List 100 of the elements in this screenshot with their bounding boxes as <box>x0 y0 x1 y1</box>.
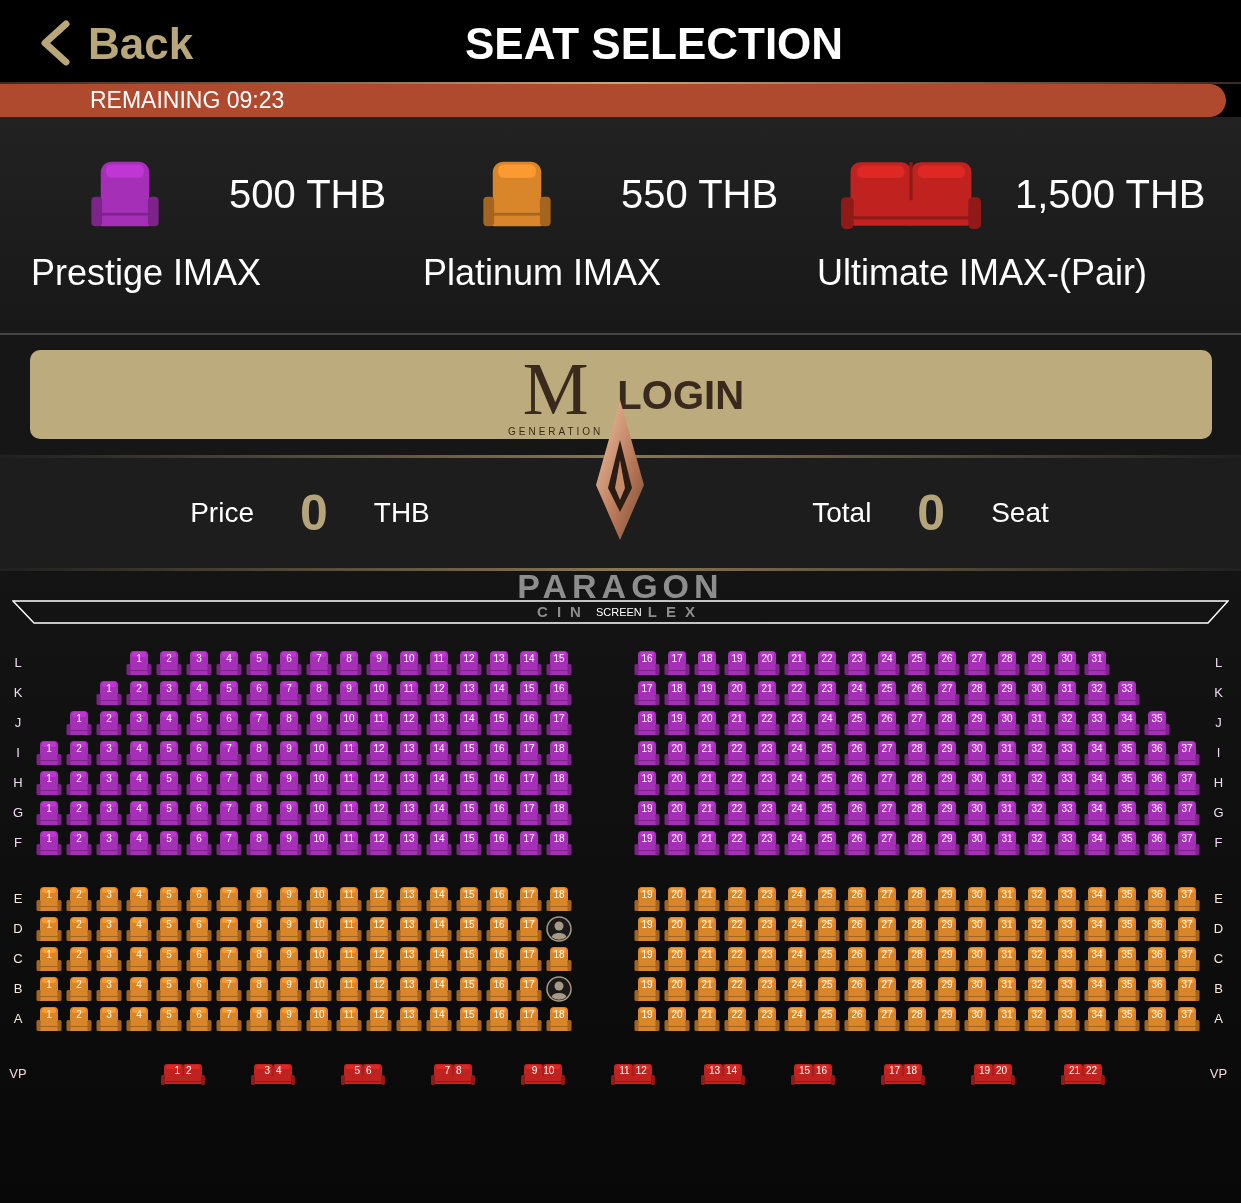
person-icon[interactable] <box>546 976 572 1002</box>
seat-button[interactable]: 12 <box>366 800 392 826</box>
seat-button[interactable]: 10 <box>306 830 332 856</box>
seat-button[interactable]: 9 <box>276 916 302 942</box>
seat-button[interactable]: 1 <box>66 710 92 736</box>
seat-button[interactable]: 17 <box>634 680 660 706</box>
seat-button[interactable]: 29 <box>994 680 1020 706</box>
seat-button[interactable]: 30 <box>964 770 990 796</box>
seat-button[interactable]: 24 <box>784 740 810 766</box>
seat-button[interactable]: 20 <box>664 976 690 1002</box>
seat-button[interactable]: 18 <box>546 770 572 796</box>
seat-button[interactable]: 9 <box>276 886 302 912</box>
seat-button[interactable]: 15 <box>456 1006 482 1032</box>
seat-button[interactable]: 26 <box>844 740 870 766</box>
seat-button[interactable]: 9 <box>276 800 302 826</box>
back-link[interactable]: Back <box>40 22 380 66</box>
seat-button[interactable]: 17 <box>546 710 572 736</box>
seat-button[interactable]: 14 <box>426 740 452 766</box>
seat-button[interactable]: 36 <box>1144 770 1170 796</box>
seat-button[interactable]: 10 <box>306 916 332 942</box>
seat-button[interactable]: 6 <box>216 710 242 736</box>
seat-button[interactable]: 13 <box>396 740 422 766</box>
seat-button[interactable]: 18 <box>546 886 572 912</box>
seat-button[interactable]: 33 <box>1054 800 1080 826</box>
seat-button[interactable]: 10 <box>336 710 362 736</box>
seat-button[interactable]: 7 <box>216 800 242 826</box>
seat-button[interactable]: 30 <box>964 830 990 856</box>
seat-button[interactable]: 20 <box>724 680 750 706</box>
seat-button[interactable]: 19 <box>634 916 660 942</box>
seat-button[interactable]: 33 <box>1054 740 1080 766</box>
seat-button[interactable]: 24 <box>784 916 810 942</box>
seat-button[interactable]: 23 <box>754 976 780 1002</box>
seat-button[interactable]: 3 <box>156 680 182 706</box>
seat-button[interactable]: 2 <box>66 740 92 766</box>
seat-button[interactable]: 16 <box>486 916 512 942</box>
seat-button[interactable]: 31 <box>994 916 1020 942</box>
seat-button[interactable]: 16 <box>486 886 512 912</box>
seat-button[interactable]: 11 <box>336 1006 362 1032</box>
seat-button[interactable]: 28 <box>904 946 930 972</box>
seat-button[interactable]: 31 <box>994 740 1020 766</box>
seat-button[interactable]: 20 <box>754 650 780 676</box>
seat-button[interactable]: 16 <box>486 770 512 796</box>
seat-button[interactable]: 21 <box>694 976 720 1002</box>
seat-button[interactable]: 23 <box>754 770 780 796</box>
seat-button[interactable]: 3 <box>96 770 122 796</box>
seat-button[interactable]: 32 <box>1024 886 1050 912</box>
seat-button[interactable]: 3 <box>96 800 122 826</box>
seat-button[interactable]: 31 <box>994 886 1020 912</box>
seat-button[interactable]: 4 <box>126 976 152 1002</box>
seat-button[interactable]: 13 <box>486 650 512 676</box>
seat-button[interactable]: 23 <box>754 1006 780 1032</box>
seat-button[interactable]: 15 <box>456 770 482 796</box>
seat-button[interactable]: 13 <box>456 680 482 706</box>
seat-button[interactable]: 20 <box>664 1006 690 1032</box>
seat-button[interactable]: 27 <box>874 886 900 912</box>
seat-button[interactable]: 29 <box>934 770 960 796</box>
seat-button[interactable]: 14 <box>426 916 452 942</box>
seat-button[interactable]: 5 <box>156 830 182 856</box>
seat-button[interactable]: 7 <box>216 830 242 856</box>
seat-button[interactable]: 36 <box>1144 976 1170 1002</box>
seat-button[interactable]: 4 <box>216 650 242 676</box>
seat-button[interactable]: 13 <box>396 1006 422 1032</box>
seat-button[interactable]: 20 <box>694 710 720 736</box>
seat-button[interactable]: 8 <box>276 710 302 736</box>
seat-button[interactable]: 6 <box>186 770 212 796</box>
seat-button[interactable]: 6 <box>186 886 212 912</box>
seat-button[interactable]: 5 <box>156 800 182 826</box>
seat-button[interactable]: 22 <box>724 740 750 766</box>
pair-seat-button[interactable]: 17 18 <box>881 1063 925 1085</box>
login-button[interactable]: M GENERATION LOGIN <box>30 350 1212 439</box>
seat-button[interactable]: 32 <box>1024 800 1050 826</box>
seat-button[interactable]: 22 <box>724 770 750 796</box>
seat-button[interactable]: 11 <box>336 916 362 942</box>
seat-button[interactable]: 28 <box>904 770 930 796</box>
seat-button[interactable]: 33 <box>1054 976 1080 1002</box>
seat-button[interactable]: 28 <box>904 740 930 766</box>
seat-button[interactable]: 2 <box>96 710 122 736</box>
seat-button[interactable]: 30 <box>964 1006 990 1032</box>
seat-button[interactable]: 14 <box>456 710 482 736</box>
seat-button[interactable]: 19 <box>634 740 660 766</box>
seat-button[interactable]: 17 <box>516 830 542 856</box>
seat-button[interactable]: 22 <box>724 800 750 826</box>
seat-button[interactable]: 21 <box>694 830 720 856</box>
seat-button[interactable]: 25 <box>814 740 840 766</box>
seat-button[interactable]: 19 <box>634 946 660 972</box>
seat-button[interactable]: 21 <box>694 946 720 972</box>
seat-button[interactable]: 23 <box>784 710 810 736</box>
seat-button[interactable]: 27 <box>874 976 900 1002</box>
seat-button[interactable]: 1 <box>36 830 62 856</box>
seat-button[interactable]: 24 <box>784 976 810 1002</box>
seat-button[interactable]: 32 <box>1024 916 1050 942</box>
seat-button[interactable]: 3 <box>96 976 122 1002</box>
seat-button[interactable]: 7 <box>276 680 302 706</box>
seat-button[interactable]: 11 <box>336 976 362 1002</box>
seat-button[interactable]: 2 <box>66 830 92 856</box>
seat-button[interactable]: 21 <box>694 916 720 942</box>
seat-button[interactable]: 17 <box>516 916 542 942</box>
seat-button[interactable]: 27 <box>874 740 900 766</box>
seat-button[interactable]: 23 <box>754 800 780 826</box>
seat-button[interactable]: 10 <box>366 680 392 706</box>
